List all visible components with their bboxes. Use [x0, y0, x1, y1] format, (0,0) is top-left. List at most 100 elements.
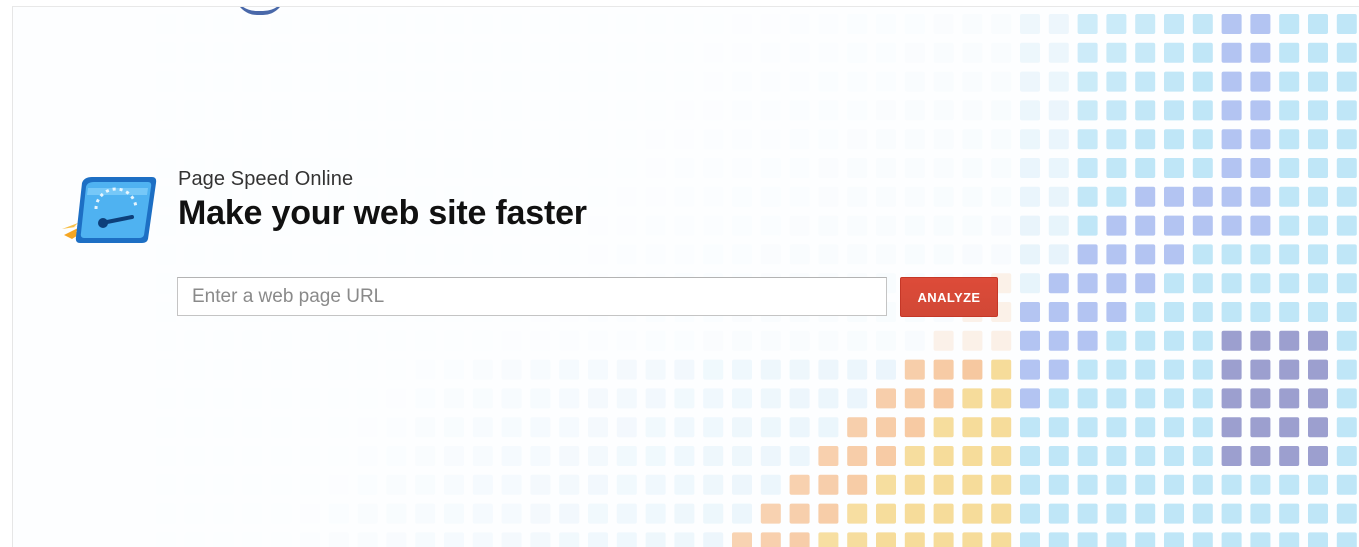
- mosaic-tile: [1192, 417, 1213, 438]
- mosaic-tile: [156, 129, 176, 150]
- mosaic-tile: [588, 186, 608, 207]
- mosaic-tile: [1106, 215, 1127, 236]
- mosaic-tile: [1308, 215, 1328, 236]
- mosaic-tile: [530, 14, 551, 34]
- mosaic-tile: [789, 532, 810, 547]
- mosaic-tile: [760, 388, 781, 409]
- mosaic-tile: [904, 388, 925, 409]
- mosaic-tile: [1020, 388, 1040, 409]
- mosaic-tile: [645, 42, 666, 63]
- mosaic-tile: [616, 388, 637, 409]
- mosaic-tile: [559, 417, 580, 438]
- mosaic-tile: [789, 100, 810, 121]
- mosaic-tile: [616, 129, 637, 150]
- mosaic-tile: [156, 330, 176, 351]
- mosaic-tile: [386, 14, 407, 34]
- mosaic-tile: [876, 532, 896, 547]
- mosaic-tile: [616, 71, 637, 92]
- mosaic-tile: [559, 474, 580, 495]
- mosaic-tile: [472, 158, 493, 178]
- mosaic-tile: [213, 388, 234, 409]
- mosaic-tile: [156, 215, 176, 236]
- mosaic-tile: [1077, 71, 1098, 92]
- mosaic-tile: [1221, 388, 1242, 409]
- mosaic-tile: [732, 388, 752, 409]
- mosaic-tile: [415, 330, 436, 351]
- mosaic-tile: [1336, 474, 1357, 495]
- mosaic-tile: [386, 446, 407, 466]
- mosaic-tile: [1048, 388, 1069, 409]
- mosaic-tile: [674, 215, 695, 236]
- mosaic-tile: [1106, 503, 1127, 524]
- analyze-button[interactable]: ANALYZE: [900, 277, 998, 317]
- mosaic-tile: [1020, 417, 1040, 438]
- mosaic-tile: [472, 474, 493, 495]
- mosaic-tile: [213, 42, 234, 63]
- mosaic-tile: [1135, 532, 1156, 547]
- mosaic-tile: [530, 42, 551, 63]
- mosaic-tile: [876, 186, 896, 207]
- mosaic-tile: [213, 532, 234, 547]
- mosaic-tile: [933, 42, 954, 63]
- mosaic-tile: [357, 474, 378, 495]
- mosaic-tile: [1077, 532, 1098, 547]
- mosaic-tile: [444, 503, 464, 524]
- mosaic-tile: [818, 42, 839, 63]
- mosaic-tile: [271, 129, 292, 150]
- mosaic-tile: [818, 71, 839, 92]
- mosaic-tile: [1106, 186, 1127, 207]
- mosaic-tile: [1135, 42, 1156, 63]
- mosaic-tile: [645, 359, 666, 380]
- mosaic-tile: [1077, 129, 1098, 150]
- mosaic-tile: [732, 129, 752, 150]
- mosaic-tile: [703, 158, 724, 178]
- mosaic-tile: [703, 330, 724, 351]
- mosaic-tile: [184, 129, 205, 150]
- mosaic-tile: [876, 503, 896, 524]
- mosaic-tile: [1020, 503, 1040, 524]
- mosaic-tile: [1250, 388, 1271, 409]
- mosaic-tile: [904, 417, 925, 438]
- mosaic-tile: [703, 100, 724, 121]
- mosaic-tile: [1077, 446, 1098, 466]
- url-input[interactable]: [177, 277, 887, 316]
- mosaic-tile: [818, 100, 839, 121]
- mosaic-tile: [501, 330, 522, 351]
- mosaic-tile: [847, 474, 868, 495]
- mosaic-tile: [1106, 474, 1127, 495]
- mosaic-tile: [732, 158, 752, 178]
- mosaic-tile: [242, 100, 263, 121]
- mosaic-tile: [501, 359, 522, 380]
- mosaic-tile: [501, 417, 522, 438]
- mosaic-tile: [962, 100, 983, 121]
- mosaic-tile: [760, 71, 781, 92]
- mosaic-tile: [760, 186, 781, 207]
- mosaic-tile: [271, 503, 292, 524]
- mosaic-tile: [1164, 273, 1184, 294]
- mosaic-tile: [501, 244, 522, 265]
- mosaic-tile: [271, 417, 292, 438]
- mosaic-tile: [1106, 417, 1127, 438]
- mosaic-tile: [213, 474, 234, 495]
- page-title: Make your web site faster: [178, 194, 587, 232]
- mosaic-tile: [933, 359, 954, 380]
- mosaic-tile: [876, 417, 896, 438]
- mosaic-tile: [732, 417, 752, 438]
- mosaic-tile: [876, 100, 896, 121]
- mosaic-tile: [616, 503, 637, 524]
- mosaic-tile: [156, 359, 176, 380]
- mosaic-tile: [156, 71, 176, 92]
- mosaic-tile: [1279, 330, 1300, 351]
- mosaic-tile: [1164, 244, 1184, 265]
- mosaic-tile: [501, 532, 522, 547]
- mosaic-tile: [962, 158, 983, 178]
- mosaic-tile: [501, 42, 522, 63]
- mosaic-tile: [616, 446, 637, 466]
- mosaic-tile: [962, 71, 983, 92]
- mosaic-tile: [444, 532, 464, 547]
- mosaic-tile: [1020, 100, 1040, 121]
- mosaic-tile: [962, 215, 983, 236]
- mosaic-tile: [876, 446, 896, 466]
- mosaic-tile: [1135, 273, 1156, 294]
- mosaic-tile: [1192, 532, 1213, 547]
